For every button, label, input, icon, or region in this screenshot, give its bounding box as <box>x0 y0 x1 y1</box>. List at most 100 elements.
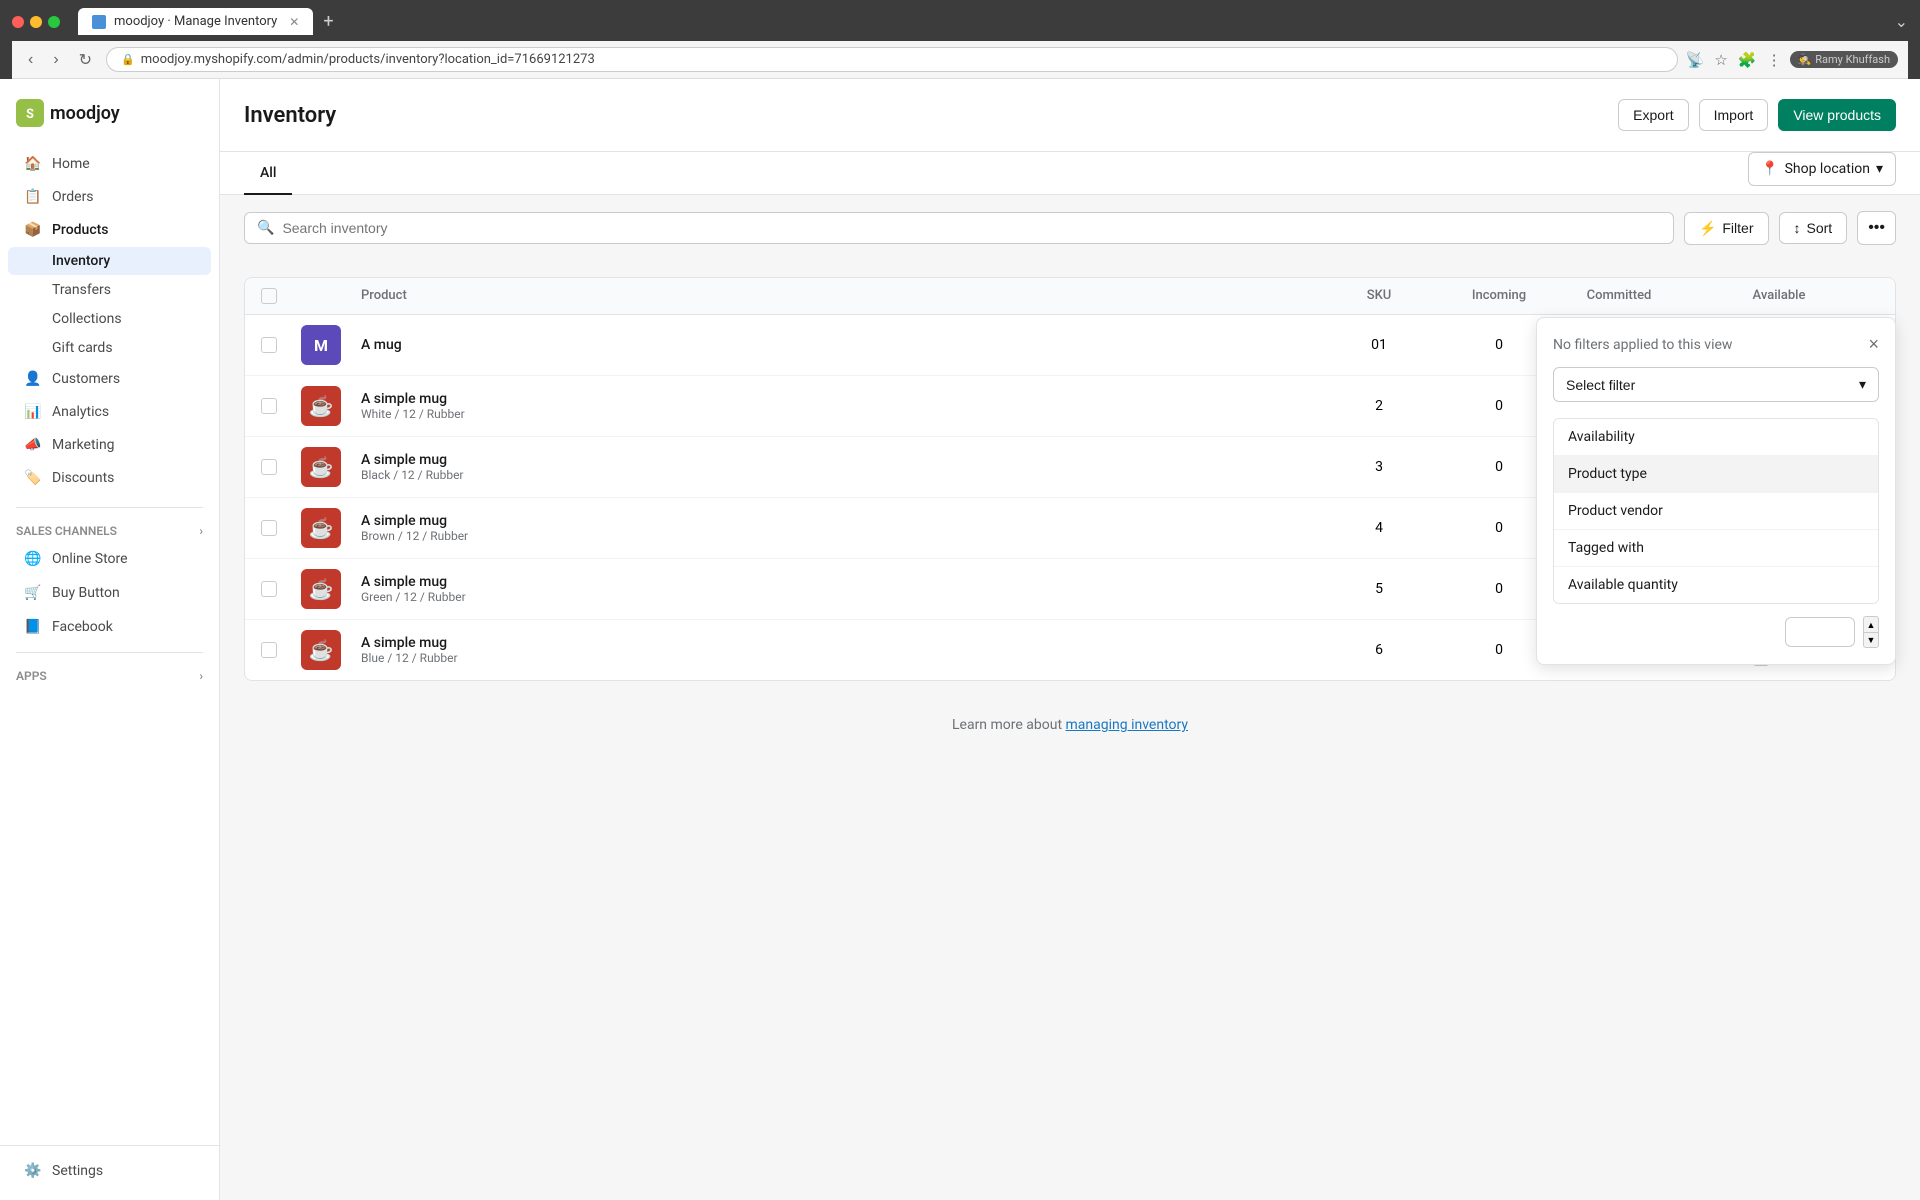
sort-btn[interactable]: ↕ Sort <box>1779 212 1848 244</box>
row-6-variant: Blue / 12 / Rubber <box>361 651 1319 665</box>
view-products-btn[interactable]: View products <box>1778 99 1896 131</box>
header-product-col: Product <box>361 288 1319 304</box>
import-btn[interactable]: Import <box>1699 99 1769 131</box>
url-text: moodjoy.myshopify.com/admin/products/inv… <box>141 52 595 67</box>
product-thumbnail: M <box>301 325 341 365</box>
sidebar-item-online-store-label: Online Store <box>52 551 128 567</box>
sidebar-main-nav: 🏠 Home 📋 Orders 📦 Products Inventory Tra… <box>0 143 219 499</box>
filter-select-label: Select filter <box>1566 377 1635 393</box>
row-4-checkbox <box>261 520 301 536</box>
lock-icon: 🔒 <box>121 53 135 66</box>
browser-chrome: moodjoy · Manage Inventory ✕ + ⌄ ‹ › ↻ 🔒… <box>0 0 1920 79</box>
sidebar-item-discounts[interactable]: 🏷️ Discounts <box>8 462 211 494</box>
search-input[interactable] <box>282 220 1661 236</box>
apps-section: Apps › <box>0 661 219 687</box>
managing-inventory-link[interactable]: managing inventory <box>1066 717 1188 733</box>
row-2-thumb: ☕ <box>301 386 361 426</box>
filter-qty-down[interactable]: ▼ <box>1863 632 1879 648</box>
close-window-btn[interactable] <box>12 16 24 28</box>
filter-qty-up[interactable]: ▲ <box>1863 616 1879 632</box>
sidebar-item-settings[interactable]: ⚙️ Settings <box>8 1155 211 1187</box>
sales-channels-section: Sales channels › <box>0 516 219 542</box>
collapse-btn[interactable]: ⌄ <box>1895 12 1908 31</box>
learn-more-text: Learn more about <box>952 717 1066 733</box>
sidebar-item-facebook[interactable]: 📘 Facebook <box>8 611 211 643</box>
tab-all[interactable]: All <box>244 153 292 195</box>
shop-location-btn[interactable]: 📍 Shop location ▾ <box>1748 152 1896 186</box>
sidebar-item-home[interactable]: 🏠 Home <box>8 148 211 180</box>
active-tab[interactable]: moodjoy · Manage Inventory ✕ <box>78 8 313 35</box>
new-tab-btn[interactable]: + <box>323 11 333 32</box>
app-layout: S moodjoy 🏠 Home 📋 Orders 📦 Products Inv… <box>0 79 1920 1200</box>
sidebar-sub-item-transfers[interactable]: Transfers <box>8 276 211 304</box>
filter-option-available-quantity[interactable]: Available quantity <box>1554 567 1878 603</box>
filter-icon: ⚡ <box>1699 220 1716 237</box>
tabs: All <box>244 153 292 194</box>
orders-icon: 📋 <box>24 188 42 206</box>
row-4-product: A simple mug Brown / 12 / Rubber <box>361 513 1319 543</box>
search-bar[interactable]: 🔍 <box>244 212 1674 244</box>
cast-icon[interactable]: 📡 <box>1686 51 1705 69</box>
apps-expand[interactable]: › <box>199 669 203 683</box>
row-4-variant: Brown / 12 / Rubber <box>361 529 1319 543</box>
bookmark-icon[interactable]: ☆ <box>1714 51 1727 69</box>
filter-btn[interactable]: ⚡ Filter <box>1684 212 1769 245</box>
browser-nav-icons: 📡 ☆ 🧩 ⋮ <box>1686 51 1782 69</box>
tab-close-btn[interactable]: ✕ <box>289 15 299 29</box>
sidebar-item-customers[interactable]: 👤 Customers <box>8 363 211 395</box>
filter-close-btn[interactable]: × <box>1868 334 1879 355</box>
minimize-window-btn[interactable] <box>30 16 42 28</box>
sort-btn-label: Sort <box>1807 220 1833 236</box>
select-all-checkbox[interactable] <box>261 288 277 304</box>
online-store-icon: 🌐 <box>24 550 42 568</box>
product-thumbnail: ☕ <box>301 386 341 426</box>
sidebar-item-orders[interactable]: 📋 Orders <box>8 181 211 213</box>
sidebar-sub-item-gift-cards[interactable]: Gift cards <box>8 334 211 362</box>
header-sku-col: SKU <box>1319 288 1439 304</box>
product-thumbnail: ☕ <box>301 508 341 548</box>
maximize-window-btn[interactable] <box>48 16 60 28</box>
sidebar-item-products[interactable]: 📦 Products <box>8 214 211 246</box>
traffic-lights <box>12 16 60 28</box>
toolbar: 🔍 ⚡ Filter ↕ Sort ••• <box>220 195 1920 245</box>
location-chevron-down-icon: ▾ <box>1876 161 1883 177</box>
extensions-icon[interactable]: 🧩 <box>1738 51 1757 69</box>
filter-option-tagged-with[interactable]: Tagged with <box>1554 530 1878 567</box>
menu-icon[interactable]: ⋮ <box>1767 51 1782 69</box>
sidebar-sub-item-collections-label: Collections <box>52 311 122 327</box>
filter-option-product-type[interactable]: Product type <box>1554 456 1878 493</box>
sidebar-sub-item-collections[interactable]: Collections <box>8 305 211 333</box>
forward-btn[interactable]: › <box>47 49 64 71</box>
sidebar-item-facebook-label: Facebook <box>52 619 113 635</box>
sidebar-item-online-store[interactable]: 🌐 Online Store <box>8 543 211 575</box>
home-icon: 🏠 <box>24 155 42 173</box>
filter-select-btn[interactable]: Select filter ▾ <box>1553 367 1879 402</box>
sidebar-item-analytics[interactable]: 📊 Analytics <box>8 396 211 428</box>
back-btn[interactable]: ‹ <box>22 49 39 71</box>
reload-btn[interactable]: ↻ <box>73 48 98 72</box>
filter-option-availability-label: Availability <box>1568 429 1635 445</box>
export-btn[interactable]: Export <box>1618 99 1688 131</box>
address-bar[interactable]: 🔒 moodjoy.myshopify.com/admin/products/i… <box>106 47 1678 72</box>
search-icon: 🔍 <box>257 220 274 236</box>
apps-label: Apps <box>16 669 47 683</box>
more-btn[interactable]: ••• <box>1857 211 1896 245</box>
sidebar-sub-item-inventory[interactable]: Inventory <box>8 247 211 275</box>
sidebar-item-buy-button-label: Buy Button <box>52 585 120 601</box>
sidebar-item-marketing[interactable]: 📣 Marketing <box>8 429 211 461</box>
filter-option-product-vendor[interactable]: Product vendor <box>1554 493 1878 530</box>
filter-option-available-quantity-label: Available quantity <box>1568 577 1678 593</box>
filter-btn-label: Filter <box>1722 220 1753 236</box>
sidebar-item-analytics-label: Analytics <box>52 404 109 420</box>
sidebar-footer: ⚙️ Settings <box>0 1145 219 1188</box>
row-5-product: A simple mug Green / 12 / Rubber <box>361 574 1319 604</box>
filter-qty-input[interactable]: 5 <box>1785 617 1855 647</box>
product-thumbnail: ☕ <box>301 447 341 487</box>
sales-channels-expand[interactable]: › <box>199 524 203 538</box>
page-title: Inventory <box>244 103 336 128</box>
table-section: Product SKU Incoming Committed Available… <box>220 261 1920 697</box>
sidebar-item-buy-button[interactable]: 🛒 Buy Button <box>8 577 211 609</box>
shopify-logo[interactable]: S moodjoy <box>16 99 120 127</box>
discounts-icon: 🏷️ <box>24 469 42 487</box>
filter-option-availability[interactable]: Availability <box>1554 419 1878 456</box>
